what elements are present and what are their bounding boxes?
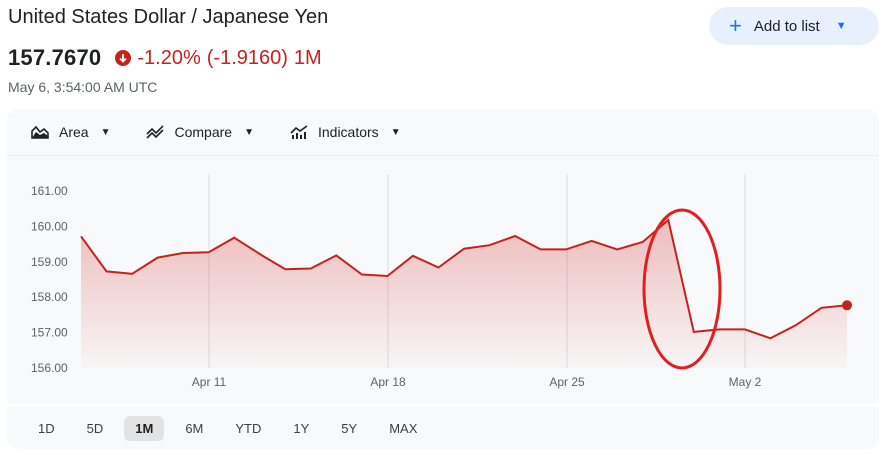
compare-dropdown[interactable]: Compare ▼ (146, 124, 254, 140)
compare-label: Compare (174, 124, 233, 140)
page-title: United States Dollar / Japanese Yen (8, 6, 329, 28)
timestamp: May 6, 3:54:00 AM UTC (8, 79, 158, 95)
chart-type-dropdown[interactable]: Area ▼ (31, 124, 110, 140)
current-price: 157.7670 (8, 45, 102, 70)
price-change: -1.20% (-1.9160) 1M (115, 46, 322, 70)
last-price-marker (842, 300, 852, 311)
change-percent: -1.20% (137, 46, 201, 69)
range-1d[interactable]: 1D (27, 416, 66, 441)
range-max[interactable]: MAX (378, 416, 428, 441)
y-tick-label: 158.00 (31, 290, 68, 304)
x-tick-label: Apr 18 (370, 375, 406, 389)
chevron-down-icon: ▼ (390, 126, 401, 138)
down-arrow-icon (115, 50, 132, 66)
x-tick-label: Apr 25 (549, 375, 585, 389)
chart-svg[interactable]: 161.00 160.00 159.00 158.00 157.00 156.00 Apr… (7, 156, 879, 404)
price-row: 157.7670 -1.20% (-1.9160) 1M (8, 44, 322, 72)
x-tick-label: May 2 (729, 375, 762, 389)
series-area (81, 220, 847, 368)
range-1m[interactable]: 1M (124, 415, 165, 441)
y-tick-label: 157.00 (31, 326, 68, 340)
range-6m[interactable]: 6M (174, 416, 214, 441)
plus-icon: + (729, 13, 742, 38)
range-ytd[interactable]: YTD (224, 416, 272, 441)
indicators-icon (290, 125, 308, 139)
y-tick-label: 159.00 (31, 255, 68, 269)
range-5d[interactable]: 5D (76, 416, 115, 441)
area-chart-icon (31, 125, 49, 139)
change-period: 1M (293, 46, 322, 69)
indicators-label: Indicators (317, 124, 379, 140)
chevron-down-icon: ▼ (244, 126, 254, 138)
chart-toolbar: Area ▼ Compare ▼ Indicators ▼ (7, 109, 879, 155)
indicators-dropdown[interactable]: Indicators ▼ (290, 124, 401, 140)
range-5y[interactable]: 5Y (330, 416, 368, 441)
add-to-list-label: Add to list (753, 17, 820, 35)
chevron-down-icon: ▼ (100, 126, 111, 138)
y-tick-label: 160.00 (31, 219, 68, 233)
price-chart[interactable]: 161.00 160.00 159.00 158.00 157.00 156.00 Apr… (7, 155, 879, 403)
change-absolute: (-1.9160) (206, 46, 288, 69)
add-to-list-button[interactable]: + Add to list ▼ (709, 7, 879, 45)
range-1y[interactable]: 1Y (282, 416, 320, 441)
y-tick-label: 156.00 (31, 361, 68, 375)
x-tick-label: Apr 11 (192, 375, 227, 389)
chart-type-label: Area (59, 124, 89, 140)
y-tick-label: 161.00 (31, 184, 68, 198)
compare-icon (146, 125, 165, 139)
range-selector: 1D 5D 1M 6M YTD 1Y 5Y MAX (7, 407, 879, 449)
chevron-down-icon: ▼ (835, 20, 847, 32)
